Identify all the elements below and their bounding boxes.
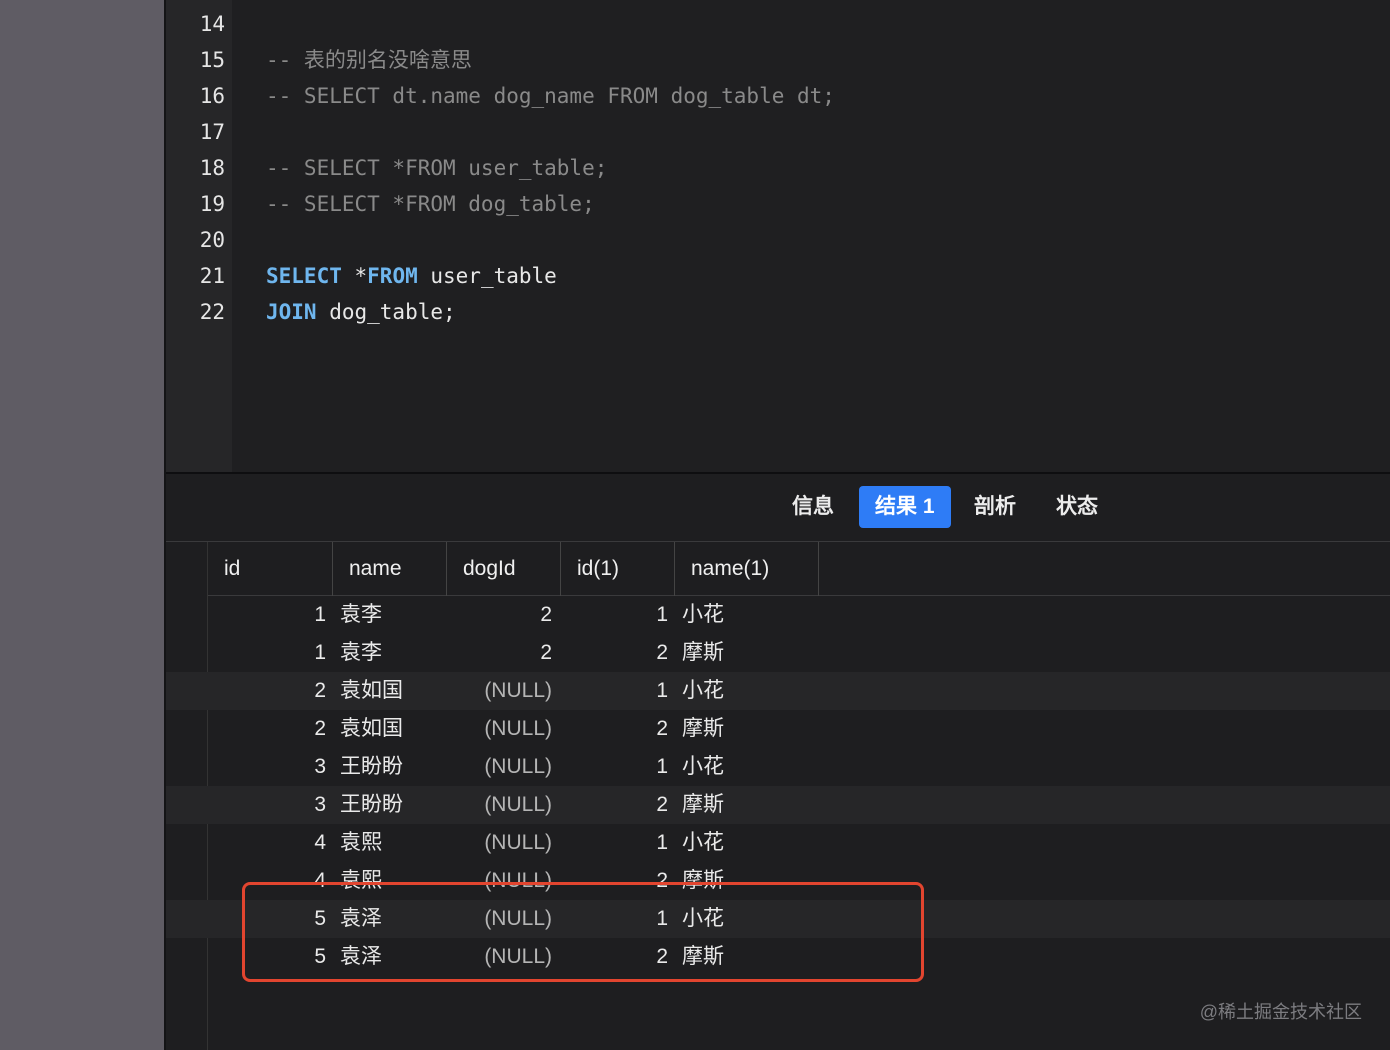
line-number: 22 [199,300,225,324]
table-cell-dogid[interactable]: (NULL) [416,824,552,862]
sql-text: user_table [417,264,557,288]
sql-editor[interactable]: 14 15 -- 表的别名没啥意思 16 -- SELECT dt.name dog_n… [166,0,1390,474]
table-cell-id1[interactable]: 2 [566,634,668,672]
sql-keyword: SELECT [266,264,342,288]
column-header-id-1[interactable]: id(1) [561,542,675,596]
left-sidebar-strip [0,0,166,1050]
sql-keyword: JOIN [266,300,317,324]
table-cell-id[interactable]: 3 [166,748,326,786]
results-tab-bar: 信息 结果 1 剖析 状态 [166,474,1390,542]
line-number: 19 [199,192,225,216]
tab-info[interactable]: 信息 [776,486,850,528]
table-cell-id[interactable]: 1 [166,634,326,672]
line-number: 17 [199,120,225,144]
table-cell-id1[interactable]: 1 [566,596,668,634]
table-cell-dogid[interactable]: (NULL) [416,786,552,824]
column-header-id[interactable]: id [208,542,333,596]
grid-header: id name dogId id(1) name(1) [208,542,1390,596]
tab-profile[interactable]: 剖析 [958,486,1032,528]
table-cell-id1[interactable]: 1 [566,748,668,786]
table-cell-dogid[interactable]: 2 [416,596,552,634]
table-cell-id1[interactable]: 2 [566,786,668,824]
watermark: @稀土掘金技术社区 [1199,1002,1362,1022]
line-number: 20 [199,228,225,252]
table-cell-id1[interactable]: 1 [566,824,668,862]
code-line[interactable]: -- SELECT *FROM dog_table; [266,186,595,222]
table-row[interactable]: 2 袁如国 (NULL) 1 小花 [166,672,1390,710]
table-cell-id[interactable]: 4 [166,824,326,862]
table-cell-name1[interactable]: 摩斯 [682,634,792,672]
code-line[interactable]: JOIN dog_table; [266,294,456,330]
table-row[interactable]: 1 袁李 2 1 小花 [166,596,1390,634]
table-cell-dogid[interactable]: (NULL) [416,672,552,710]
table-cell-id1[interactable]: 1 [566,672,668,710]
table-cell-dogid[interactable]: (NULL) [416,710,552,748]
table-cell-name1[interactable]: 小花 [682,824,792,862]
table-cell-dogid[interactable]: (NULL) [416,748,552,786]
table-cell-name1[interactable]: 摩斯 [682,710,792,748]
tab-result-1[interactable]: 结果 1 [859,486,951,528]
line-number: 14 [199,12,225,36]
table-cell-name1[interactable]: 小花 [682,672,792,710]
code-line[interactable]: SELECT *FROM user_table [266,258,557,294]
code-line[interactable]: -- SELECT dt.name dog_name FROM dog_tabl… [266,78,835,114]
table-cell-id1[interactable]: 2 [566,710,668,748]
sql-text: * [341,264,368,288]
sql-keyword: FROM [367,264,418,288]
column-header-name-1[interactable]: name(1) [675,542,819,596]
line-number: 16 [199,84,225,108]
table-row[interactable]: 1 袁李 2 2 摩斯 [166,634,1390,672]
line-number: 18 [199,156,225,180]
table-row[interactable]: 3 王盼盼 (NULL) 2 摩斯 [166,786,1390,824]
table-cell-name1[interactable]: 小花 [682,596,792,634]
column-header-dogid[interactable]: dogId [447,542,561,596]
line-number: 15 [199,48,225,72]
table-row[interactable]: 3 王盼盼 (NULL) 1 小花 [166,748,1390,786]
tab-status[interactable]: 状态 [1040,486,1114,528]
table-cell-dogid[interactable]: 2 [416,634,552,672]
table-cell-id[interactable]: 2 [166,710,326,748]
table-row[interactable]: 4 袁熙 (NULL) 1 小花 [166,824,1390,862]
code-line[interactable]: -- 表的别名没啥意思 [266,42,472,78]
table-cell-id[interactable]: 3 [166,786,326,824]
table-cell-id[interactable]: 1 [166,596,326,634]
table-cell-id[interactable]: 2 [166,672,326,710]
table-cell-name1[interactable]: 小花 [682,748,792,786]
code-line[interactable]: -- SELECT *FROM user_table; [266,150,607,186]
sql-text: dog_table; [316,300,456,324]
line-number: 21 [199,264,225,288]
highlight-annotation-box [242,882,924,982]
column-header-name[interactable]: name [333,542,447,596]
table-cell-name1[interactable]: 摩斯 [682,786,792,824]
table-row[interactable]: 2 袁如国 (NULL) 2 摩斯 [166,710,1390,748]
